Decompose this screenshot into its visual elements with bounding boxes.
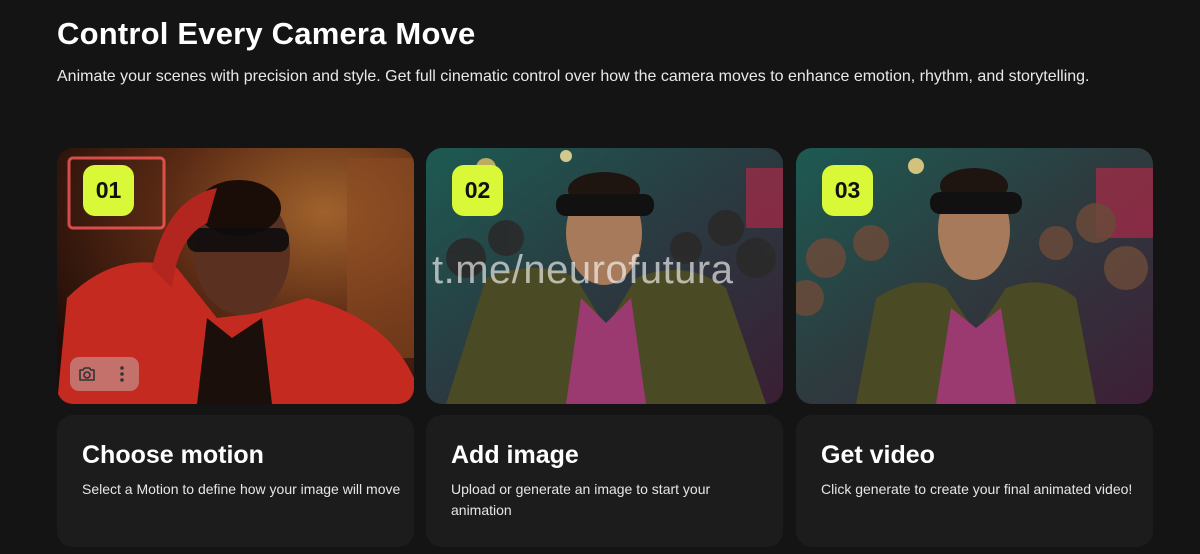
- step-2-description: Upload or generate an image to start you…: [451, 481, 711, 518]
- step-3-card: Get video Click generate to create your …: [796, 415, 1153, 547]
- more-vertical-icon[interactable]: [109, 361, 135, 387]
- step-3-description: Click generate to create your final anim…: [821, 481, 1133, 497]
- image-toolbar: [70, 357, 139, 391]
- step-2-badge: 02: [452, 165, 503, 216]
- camera-icon[interactable]: [74, 361, 100, 387]
- step-1-title: Choose motion: [82, 441, 264, 469]
- step-1-badge: 01: [83, 165, 134, 216]
- watermark: t.me/neurofutura: [432, 248, 734, 292]
- step-3-title: Get video: [821, 441, 935, 469]
- step-1-description: Select a Motion to define how your image…: [82, 481, 401, 497]
- page-subtitle: Animate your scenes with precision and s…: [57, 68, 1090, 85]
- step-1-image[interactable]: 01: [57, 148, 414, 404]
- step-2-card: Add image Upload or generate an image to…: [426, 415, 783, 547]
- page-title: Control Every Camera Move: [57, 16, 476, 51]
- step-1-card: Choose motion Select a Motion to define …: [57, 415, 414, 547]
- step-2-title: Add image: [451, 441, 579, 469]
- step-3-image[interactable]: 03: [796, 148, 1153, 404]
- step-3-badge: 03: [822, 165, 873, 216]
